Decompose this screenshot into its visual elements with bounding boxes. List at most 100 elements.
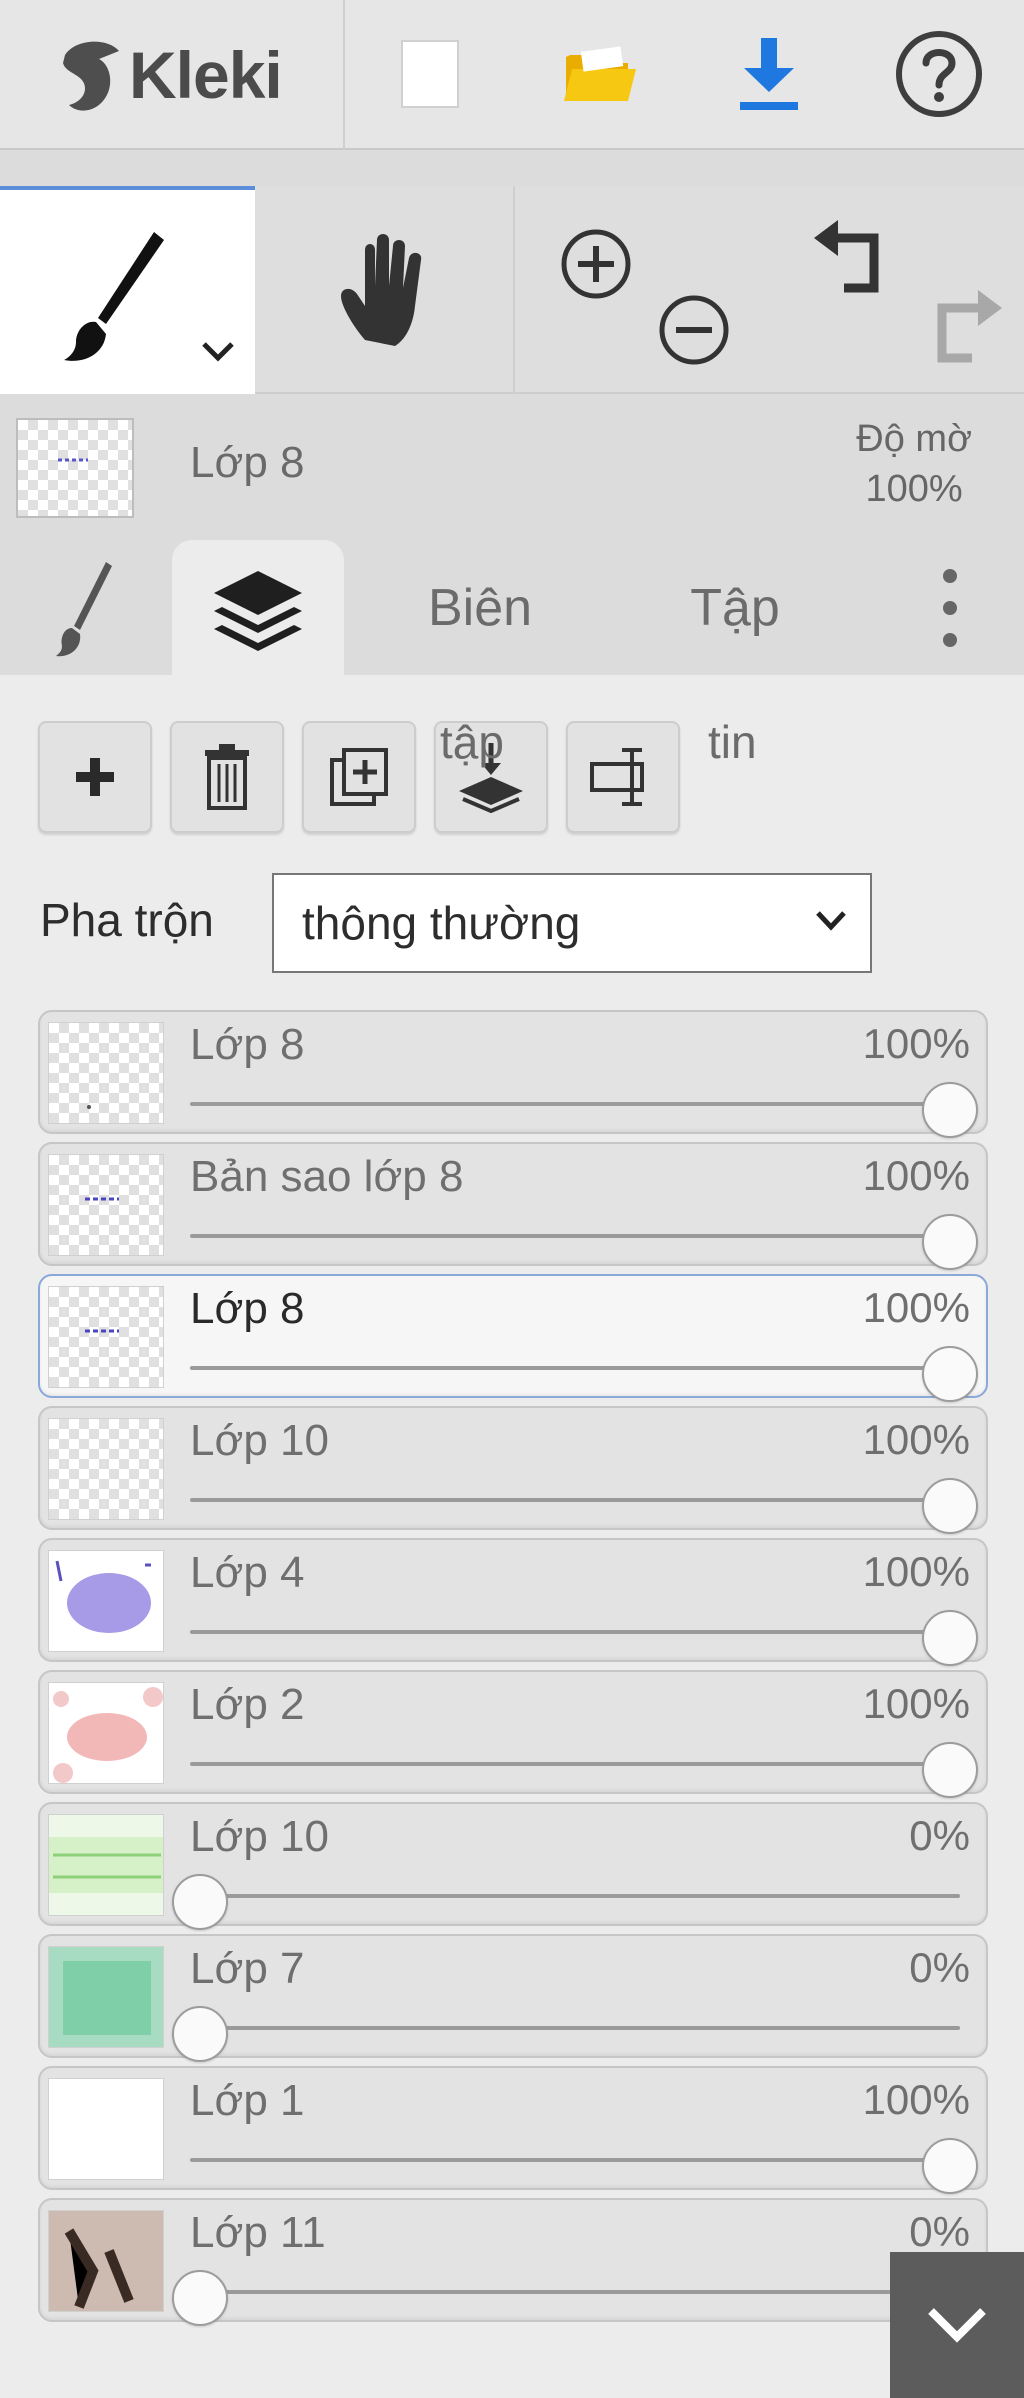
- layer-opacity-value: 100%: [862, 1416, 970, 1463]
- opacity-slider-track[interactable]: [190, 2290, 960, 2294]
- overlapping-tab-text-1: tập: [440, 716, 504, 768]
- brush-tool-button[interactable]: [0, 186, 255, 394]
- layer-thumbnail: [48, 2210, 164, 2312]
- logo-text: Kleki: [129, 38, 283, 112]
- tab-edit[interactable]: Biên: [400, 540, 560, 675]
- opacity-slider-handle[interactable]: [172, 2270, 228, 2326]
- more-vertical-icon: [943, 568, 957, 647]
- tab-brush[interactable]: [36, 540, 136, 675]
- folder-icon: [563, 46, 636, 101]
- new-file-button[interactable]: [345, 0, 515, 148]
- layer-row[interactable]: Bản sao lớp 8 100%: [38, 1142, 988, 1270]
- opacity-slider-track[interactable]: [190, 1630, 960, 1634]
- logo[interactable]: Kleki: [0, 0, 345, 150]
- opacity-slider-handle[interactable]: [172, 1874, 228, 1930]
- opacity-slider-track[interactable]: [190, 1498, 960, 1502]
- undo-icon[interactable]: [810, 216, 896, 296]
- opacity-slider-handle[interactable]: [922, 1346, 978, 1402]
- chevron-down-icon: [816, 911, 846, 931]
- layer-row[interactable]: Lớp 1 100%: [38, 2066, 988, 2194]
- chevron-down-icon[interactable]: [200, 340, 236, 364]
- opacity-slider-track[interactable]: [190, 2026, 960, 2030]
- download-icon: [740, 38, 799, 110]
- layer-thumbnail-art: [49, 1683, 163, 1783]
- rename-layer-button[interactable]: [566, 721, 680, 833]
- layer-name: Lớp 2: [190, 1680, 305, 1729]
- layer-actions: [38, 721, 680, 833]
- layer-opacity-value: 100%: [862, 1680, 970, 1727]
- layer-row[interactable]: Lớp 10 0%: [38, 1802, 988, 1930]
- help-icon: [896, 31, 983, 117]
- zoom-in-icon[interactable]: [558, 226, 634, 302]
- layer-marks: [58, 458, 88, 462]
- opacity-slider-handle[interactable]: [922, 1742, 978, 1798]
- zoom-out-icon[interactable]: [656, 292, 732, 368]
- redo-icon[interactable]: [920, 286, 1006, 366]
- blend-mode-select[interactable]: thông thường: [272, 873, 872, 973]
- hand-icon: [341, 234, 422, 346]
- layer-thumbnail: [48, 2078, 164, 2180]
- layer-name: Lớp 4: [190, 1548, 305, 1597]
- opacity-slider-handle[interactable]: [922, 1478, 978, 1534]
- layer-name: Lớp 7: [190, 1944, 305, 1993]
- layer-thumbnail: [48, 1286, 164, 1388]
- opacity-label: Độ mờ: [856, 418, 972, 460]
- rename-icon: [590, 748, 644, 806]
- layer-thumbnail-art: [87, 1105, 91, 1109]
- opacity-slider-handle[interactable]: [172, 2006, 228, 2062]
- current-layer-opacity[interactable]: Độ mờ 100%: [856, 414, 972, 514]
- layer-opacity-value: 100%: [862, 1152, 970, 1199]
- layer-row[interactable]: Lớp 8 100%: [38, 1274, 988, 1402]
- opacity-slider-track[interactable]: [190, 2158, 960, 2162]
- hand-tool-button[interactable]: [257, 186, 515, 394]
- current-layer-info: Lớp 8 Độ mờ 100%: [0, 396, 1024, 534]
- layer-opacity-value: 100%: [862, 1548, 970, 1595]
- panel-tabs: Biên Tập: [0, 540, 1024, 678]
- kleki-logo-icon: [63, 41, 119, 111]
- tab-file[interactable]: Tập: [660, 540, 810, 675]
- save-download-button[interactable]: [685, 0, 855, 148]
- layer-opacity-value: 0%: [909, 2208, 970, 2255]
- opacity-slider-track[interactable]: [190, 1102, 960, 1106]
- layer-name: Bản sao lớp 8: [190, 1152, 464, 1201]
- overlapping-tab-text-2: tin: [708, 716, 757, 768]
- layer-row[interactable]: Lớp 8 100%: [38, 1010, 988, 1138]
- tool-row: [0, 186, 1024, 394]
- layer-thumbnail: [48, 1154, 164, 1256]
- delete-layer-button[interactable]: [170, 721, 284, 833]
- layer-row[interactable]: Lớp 10 100%: [38, 1406, 988, 1534]
- layer-thumbnail-art: [49, 1419, 164, 1520]
- chevron-down-icon: [928, 2308, 986, 2343]
- tab-more[interactable]: [920, 540, 980, 675]
- brush-icon: [64, 232, 164, 361]
- layer-name: Lớp 1: [190, 2076, 305, 2125]
- opacity-slider-handle[interactable]: [922, 1214, 978, 1270]
- opacity-slider-track[interactable]: [190, 1894, 960, 1898]
- layer-thumbnail: [48, 1418, 164, 1520]
- help-button[interactable]: [854, 0, 1024, 148]
- open-file-button[interactable]: [515, 0, 685, 148]
- opacity-slider-track[interactable]: [190, 1234, 960, 1238]
- layer-thumbnail: [48, 1946, 164, 2048]
- layer-row[interactable]: Lớp 4 100%: [38, 1538, 988, 1666]
- current-layer-thumbnail[interactable]: [16, 418, 134, 518]
- layer-opacity-value: 100%: [862, 1284, 970, 1331]
- opacity-slider-handle[interactable]: [922, 1082, 978, 1138]
- duplicate-layer-button[interactable]: [302, 721, 416, 833]
- layers-panel: tập tin Pha trộn thông thường Lớp 8 100% B…: [0, 675, 1024, 2398]
- scroll-down-button[interactable]: [890, 2252, 1024, 2398]
- opacity-slider-track[interactable]: [190, 1762, 960, 1766]
- tab-layers[interactable]: [172, 540, 344, 678]
- add-layer-button[interactable]: [38, 721, 152, 833]
- current-layer-name: Lớp 8: [190, 438, 305, 487]
- opacity-slider-handle[interactable]: [922, 1610, 978, 1666]
- layer-row[interactable]: Lớp 2 100%: [38, 1670, 988, 1798]
- layer-name: Lớp 8: [190, 1284, 305, 1333]
- layer-row[interactable]: Lớp 7 0%: [38, 1934, 988, 2062]
- opacity-slider-track[interactable]: [190, 1366, 960, 1370]
- zoom-controls: [518, 186, 788, 394]
- layer-row[interactable]: Lớp 11 0%: [38, 2198, 988, 2326]
- opacity-slider-handle[interactable]: [922, 2138, 978, 2194]
- layer-thumbnail-art: [49, 2211, 163, 2311]
- layer-thumbnail-art: [49, 1815, 163, 1915]
